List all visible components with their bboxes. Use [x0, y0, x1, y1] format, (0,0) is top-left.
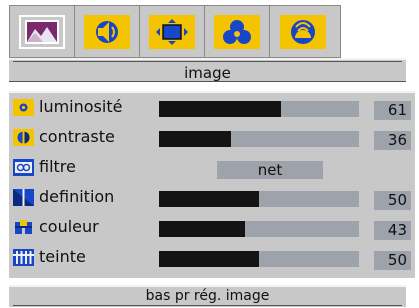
setting-label: teinte	[39, 247, 86, 266]
setting-value: 61	[374, 101, 411, 120]
filter-icon	[13, 159, 34, 176]
speaker-sound-icon	[96, 20, 118, 43]
tab-screen[interactable]	[140, 6, 205, 57]
filter-select[interactable]: net	[217, 161, 323, 179]
tri-circle-icon	[223, 19, 251, 44]
brightness-icon	[13, 99, 34, 116]
slider-fill	[159, 131, 231, 147]
color-icon	[15, 220, 32, 234]
slider-fill	[159, 221, 245, 237]
tab-options[interactable]	[205, 6, 270, 57]
setting-row-tint[interactable]: teinte 50	[9, 245, 415, 272]
setting-row-contrast[interactable]: contraste 36	[9, 125, 415, 152]
setting-value: 43	[374, 221, 411, 240]
menu-tab-strip	[9, 5, 341, 58]
setting-label: couleur	[39, 217, 99, 236]
setting-row-filter[interactable]: filtre net	[9, 155, 415, 182]
setting-value: 50	[374, 251, 411, 270]
divider	[13, 61, 402, 62]
tab-channels[interactable]	[270, 6, 335, 57]
section-title-bar: image	[9, 58, 406, 82]
slider-fill	[159, 101, 281, 117]
brightness-slider[interactable]	[159, 101, 359, 117]
setting-label: filtre	[39, 157, 76, 176]
divider	[13, 305, 402, 306]
contrast-slider[interactable]	[159, 131, 359, 147]
footer-label: bas pr rég. image	[145, 288, 270, 304]
footer-bar: bas pr rég. image	[9, 285, 406, 307]
setting-label: definition	[39, 187, 115, 206]
screen-arrows-icon	[156, 18, 188, 45]
setting-label: luminosité	[39, 97, 123, 116]
tint-slider[interactable]	[159, 251, 359, 267]
signal-dome-icon	[290, 19, 315, 44]
setting-row-sharpness[interactable]: definition 50	[9, 185, 415, 212]
setting-label: contraste	[39, 127, 115, 146]
setting-value: 36	[374, 131, 411, 150]
picture-icon	[25, 19, 59, 44]
slider-fill	[159, 191, 259, 207]
contrast-icon	[13, 129, 34, 146]
tab-sound[interactable]	[75, 6, 140, 57]
sharpness-slider[interactable]	[159, 191, 359, 207]
setting-row-brightness[interactable]: luminosité 61	[9, 95, 415, 122]
tab-picture[interactable]	[10, 6, 75, 57]
sharpness-icon	[13, 189, 34, 206]
setting-row-color[interactable]: couleur 43	[9, 215, 415, 242]
setting-value: 50	[374, 191, 411, 210]
tint-icon	[13, 249, 34, 266]
settings-panel: luminosité 61 contraste 36 filtre net de…	[9, 91, 415, 278]
slider-fill	[159, 251, 259, 267]
color-slider[interactable]	[159, 221, 359, 237]
page-title: image	[184, 64, 231, 82]
